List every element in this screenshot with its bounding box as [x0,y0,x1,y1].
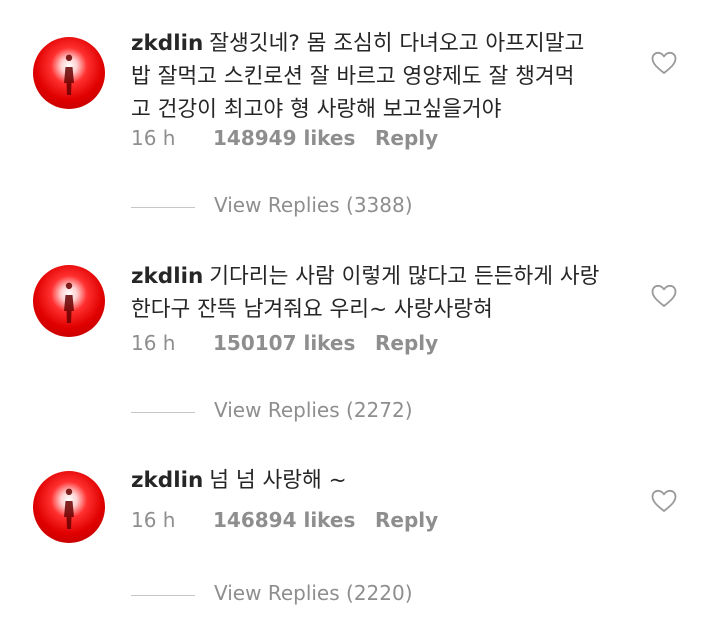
comment-body-line: 한다구 잔뜩 남겨줘요 우리~ 사랑사랑혀 [131,297,493,322]
view-replies-button[interactable]: View Replies (3388) [131,193,461,223]
likes-count[interactable]: 146894 likes [213,508,355,532]
comment-time: 16 h [131,126,176,150]
reply-button[interactable]: Reply [375,126,438,150]
view-replies-button[interactable]: View Replies (2272) [131,398,461,428]
comment-username[interactable]: zkdlin [131,31,203,56]
reply-button[interactable]: Reply [375,508,438,532]
comment-text: zkdlin 잘생깃네? 몸 조심히 다녀오고 아프지말고밥 잘먹고 스킨로션 잘… [131,27,631,126]
reply-button[interactable]: Reply [375,331,438,355]
like-button[interactable] [651,489,677,513]
heart-outline-icon [651,489,677,512]
view-replies-label: View Replies (3388) [214,193,413,217]
like-button[interactable] [651,284,677,308]
avatar[interactable] [33,37,105,109]
replies-divider [131,595,195,596]
comment-text: zkdlin 넘 넘 사랑해 ~ [131,464,631,497]
comment-body-line: 밥 잘먹고 스킨로션 잘 바르고 영양제도 잘 챙겨먹 [131,64,575,89]
comment-time: 16 h [131,508,176,532]
view-replies-label: View Replies (2272) [214,398,413,422]
person-silhouette-icon [64,282,74,323]
comment-time: 16 h [131,331,176,355]
person-silhouette-icon [64,488,74,529]
person-silhouette-icon [64,54,74,95]
comment-text: zkdlin 기다리는 사람 이렇게 많다고 든든하게 사랑한다구 잔뜩 남겨줘요… [131,260,631,326]
avatar[interactable] [33,265,105,337]
comment-body-line: 넘 넘 사랑해 ~ [209,468,347,493]
comment-body-line: 잘생깃네? 몸 조심히 다녀오고 아프지말고 [209,31,585,56]
comment-username[interactable]: zkdlin [131,468,203,493]
replies-divider [131,412,195,413]
heart-outline-icon [651,51,677,74]
view-replies-button[interactable]: View Replies (2220) [131,581,461,611]
likes-count[interactable]: 150107 likes [213,331,355,355]
comment-body-line: 기다리는 사람 이렇게 많다고 든든하게 사랑 [209,264,600,289]
likes-count[interactable]: 148949 likes [213,126,355,150]
replies-divider [131,207,195,208]
comment-body-line: 고 건강이 최고야 형 사랑해 보고싶을거야 [131,97,502,122]
view-replies-label: View Replies (2220) [214,581,413,605]
comment-username[interactable]: zkdlin [131,264,203,289]
like-button[interactable] [651,51,677,75]
heart-outline-icon [651,284,677,307]
avatar[interactable] [33,471,105,543]
